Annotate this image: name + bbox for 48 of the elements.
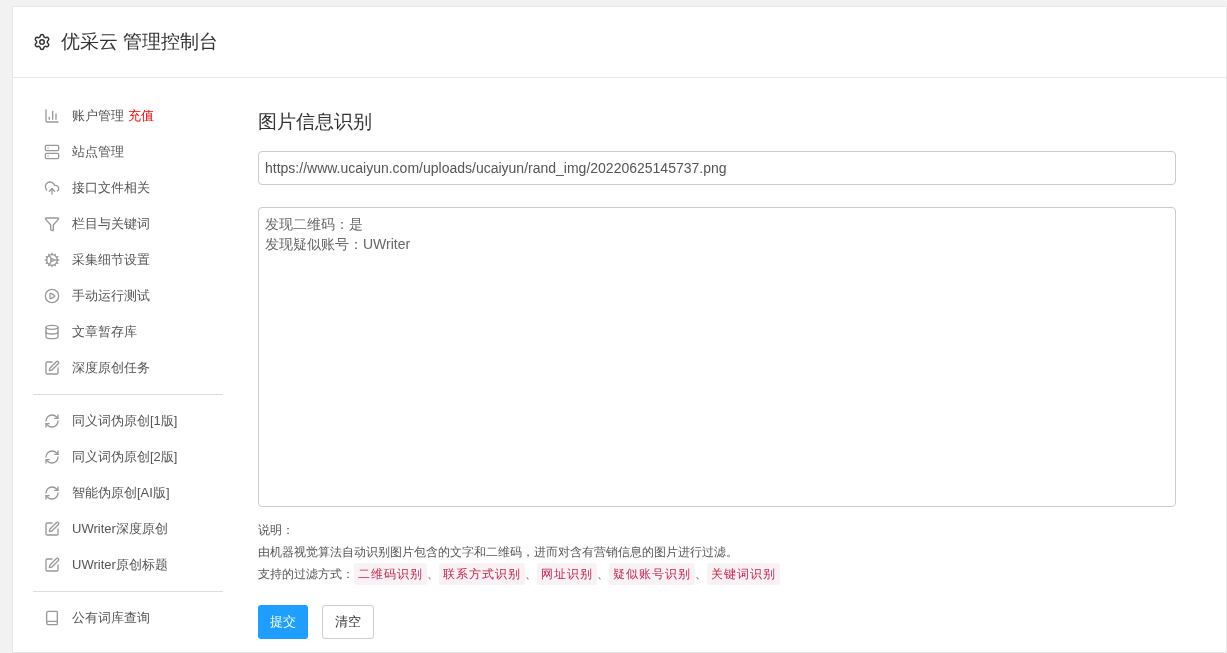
sidebar-item[interactable]: 深度原创任务 <box>72 358 150 378</box>
sidebar-item[interactable]: 接口文件相关 <box>72 178 150 198</box>
filter-tag: 联系方式识别 <box>439 562 525 585</box>
edit-icon <box>44 521 60 537</box>
clear-button[interactable]: 清空 <box>322 604 374 639</box>
filter-tag: 疑似账号识别 <box>609 562 695 585</box>
result-box[interactable]: 发现二维码：是 发现疑似账号：UWriter <box>258 206 1176 507</box>
filter-tag: 二维码识别 <box>354 562 427 585</box>
refresh-icon <box>44 413 60 429</box>
sidebar-item[interactable]: 同义词伪原创[2版] <box>72 447 178 467</box>
filters-label: 支持的过滤方式： <box>258 565 354 583</box>
sidebar-item[interactable]: 账户管理 <box>72 106 124 126</box>
book-icon <box>44 610 60 626</box>
sidebar-item[interactable]: UWriter深度原创 <box>72 519 168 539</box>
section-title: 图片信息识别 <box>258 110 373 134</box>
result-line: 发现二维码：是 <box>265 214 364 234</box>
settings-icon <box>33 33 51 51</box>
note-text: 由机器视觉算法自动识别图片包含的文字和二维码，进而对含有营销信息的图片进行过滤。 <box>258 543 739 561</box>
sidebar-item[interactable]: 采集细节设置 <box>72 250 150 270</box>
separator: 、 <box>427 565 439 583</box>
cloud-upload-icon <box>44 180 60 196</box>
url-field[interactable]: https://www.ucaiyun.com/uploads/ucaiyun/rand_img/20220625145737.png <box>258 150 1176 185</box>
chart-icon <box>44 108 60 124</box>
edit-icon <box>44 360 60 376</box>
sidebar-item[interactable]: 同义词伪原创[1版] <box>72 411 178 431</box>
sidebar-item[interactable]: 智能伪原创[AI版] <box>72 483 170 503</box>
sidebar-item[interactable]: 手动运行测试 <box>72 286 150 306</box>
refresh-icon <box>44 449 60 465</box>
separator: 、 <box>695 565 707 583</box>
note-title: 说明： <box>258 521 295 539</box>
sidebar-item[interactable]: 公有词库查询 <box>72 608 150 628</box>
filter-tag: 关键词识别 <box>707 562 780 585</box>
result-line: 发现疑似账号：UWriter <box>265 234 412 254</box>
filter-tag: 网址识别 <box>537 562 597 585</box>
separator: 、 <box>597 565 609 583</box>
sidebar-item[interactable]: 栏目与关键词 <box>72 214 150 234</box>
refresh-icon <box>44 485 60 501</box>
server-icon <box>44 144 60 160</box>
separator: 、 <box>525 565 537 583</box>
recharge-link[interactable]: 充值 <box>128 106 154 126</box>
play-icon <box>44 288 60 304</box>
sidebar-item[interactable]: 站点管理 <box>72 142 124 162</box>
window-title: 优采云 管理控制台 <box>61 29 219 54</box>
database-icon <box>44 324 60 340</box>
sidebar-item[interactable]: 文章暂存库 <box>72 322 137 342</box>
edit-icon <box>44 557 60 573</box>
filter-icon <box>44 216 60 232</box>
sidebar-item[interactable]: UWriter原创标题 <box>72 555 168 575</box>
